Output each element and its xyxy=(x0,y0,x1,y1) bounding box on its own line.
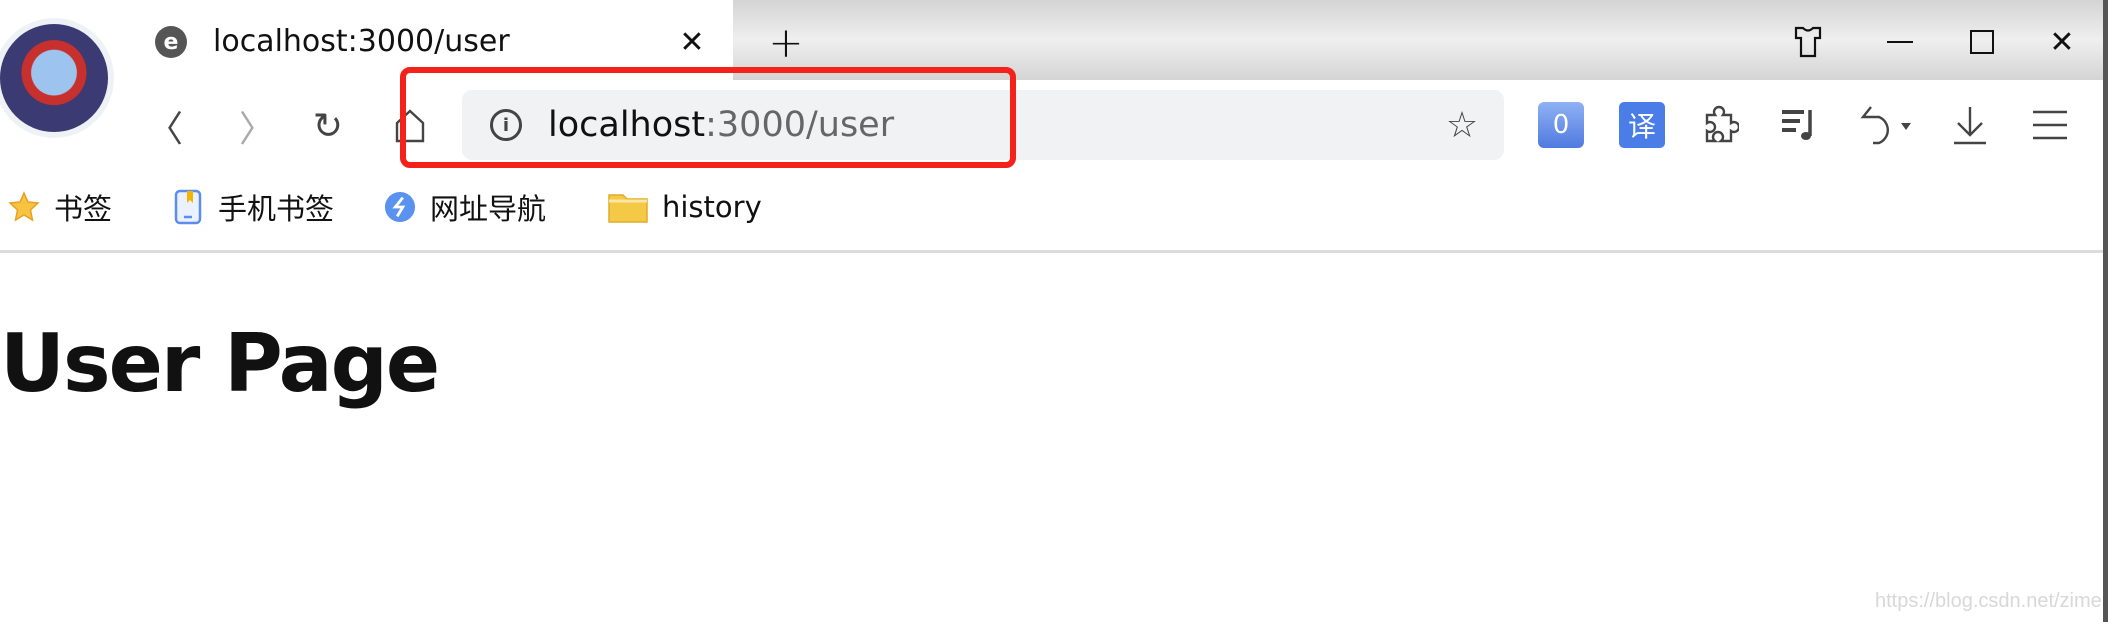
tab-close-icon[interactable]: ✕ xyxy=(672,22,712,62)
menu-icon[interactable] xyxy=(2027,102,2073,148)
reload-icon[interactable]: ↻ xyxy=(303,100,353,152)
phone-bookmark-icon xyxy=(172,189,204,225)
divider xyxy=(0,250,2108,253)
undo-icon[interactable] xyxy=(1857,102,1917,148)
bookmark-item[interactable]: 手机书签 xyxy=(172,185,334,229)
bookmark-item[interactable]: 书签 xyxy=(8,185,112,229)
back-icon[interactable]: 〈 xyxy=(140,100,190,152)
mouse-gesture-icon[interactable]: 0 xyxy=(1538,102,1584,148)
extensions-icon[interactable] xyxy=(1697,102,1743,148)
download-icon[interactable] xyxy=(1947,102,1993,148)
new-tab-button[interactable]: + xyxy=(764,18,808,67)
translate-icon[interactable]: 译 xyxy=(1619,102,1665,148)
forward-icon[interactable]: 〉 xyxy=(232,100,282,152)
window-edge xyxy=(2103,0,2108,622)
bookmark-item[interactable]: 网址导航 xyxy=(384,185,546,229)
close-icon[interactable]: ✕ xyxy=(2040,20,2084,64)
minimize-icon[interactable] xyxy=(1878,20,1922,64)
playlist-icon[interactable] xyxy=(1777,102,1823,148)
favicon-icon: e xyxy=(155,26,187,58)
bookmark-item[interactable]: history xyxy=(608,185,762,229)
folder-icon xyxy=(608,190,648,224)
star-icon xyxy=(8,190,40,224)
tab-title: localhost:3000/user xyxy=(213,24,510,59)
maximize-icon[interactable] xyxy=(1960,20,2004,64)
watermark: https://blog.csdn.net/zimeng303 xyxy=(1875,590,2108,612)
highlight-box xyxy=(400,67,1016,168)
navigation-icon xyxy=(384,190,416,224)
skin-icon[interactable] xyxy=(1786,20,1830,64)
bookmark-star-icon[interactable]: ☆ xyxy=(1440,100,1484,150)
page-title: User Page xyxy=(0,317,440,410)
